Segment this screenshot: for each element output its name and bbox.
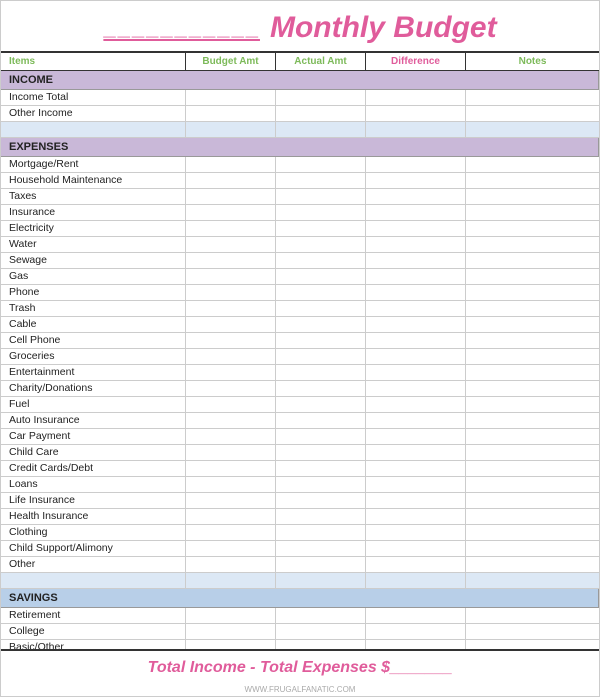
table-row: Child Support/Alimony <box>1 541 599 557</box>
table-row: Credit Cards/Debt <box>1 461 599 477</box>
row-label: Electricity <box>1 221 186 236</box>
row-label: Groceries <box>1 349 186 364</box>
table-row: Charity/Donations <box>1 381 599 397</box>
row-label: Loans <box>1 477 186 492</box>
table-row: Basic/Other <box>1 640 599 649</box>
actual-cell[interactable] <box>276 106 366 121</box>
spacer-row <box>1 122 599 138</box>
budget-cell[interactable] <box>186 90 276 105</box>
col-notes: Notes <box>466 53 599 70</box>
col-items: Items <box>1 53 186 70</box>
notes-cell[interactable] <box>466 90 599 105</box>
spacer-row <box>1 573 599 589</box>
row-label: Cell Phone <box>1 333 186 348</box>
row-label: Entertainment <box>1 365 186 380</box>
table-row: Mortgage/Rent <box>1 157 599 173</box>
row-label: Sewage <box>1 253 186 268</box>
income-section-header: INCOME <box>1 71 599 90</box>
row-label: Mortgage/Rent <box>1 157 186 172</box>
notes-cell[interactable] <box>466 106 599 121</box>
diff-cell[interactable] <box>366 90 466 105</box>
column-headers: Items Budget Amt Actual Amt Difference N… <box>1 53 599 71</box>
row-label: Child Care <box>1 445 186 460</box>
row-label: Gas <box>1 269 186 284</box>
budget-table: INCOME Income Total Other Income <box>1 71 599 649</box>
row-label: Charity/Donations <box>1 381 186 396</box>
col-budget: Budget Amt <box>186 53 276 70</box>
table-row: Loans <box>1 477 599 493</box>
row-label: Taxes <box>1 189 186 204</box>
table-row: Other Income <box>1 106 599 122</box>
table-row: College <box>1 624 599 640</box>
budget-cell[interactable] <box>186 106 276 121</box>
budget-page: ___________ Monthly Budget Items Budget … <box>0 0 600 697</box>
table-row: Cable <box>1 317 599 333</box>
row-label: Household Maintenance <box>1 173 186 188</box>
table-row: Other <box>1 557 599 573</box>
table-row: Trash <box>1 301 599 317</box>
row-label: Other <box>1 557 186 572</box>
table-row: Gas <box>1 269 599 285</box>
row-label: Trash <box>1 301 186 316</box>
row-label: College <box>1 624 186 639</box>
table-row: Income Total <box>1 90 599 106</box>
income-label: INCOME <box>1 71 599 89</box>
row-label: Auto Insurance <box>1 413 186 428</box>
expenses-section-header: EXPENSES <box>1 138 599 157</box>
row-label: Health Insurance <box>1 509 186 524</box>
table-row: Sewage <box>1 253 599 269</box>
actual-cell[interactable] <box>276 90 366 105</box>
row-label: Phone <box>1 285 186 300</box>
footer: Total Income - Total Expenses $_______ <box>1 649 599 685</box>
col-difference: Difference <box>366 53 466 70</box>
savings-label: SAVINGS <box>1 589 599 607</box>
row-label: Basic/Other <box>1 640 186 649</box>
table-row: Household Maintenance <box>1 173 599 189</box>
table-row: Auto Insurance <box>1 413 599 429</box>
table-row: Taxes <box>1 189 599 205</box>
row-label: Water <box>1 237 186 252</box>
table-row: Water <box>1 237 599 253</box>
table-row: Retirement <box>1 608 599 624</box>
row-label: Credit Cards/Debt <box>1 461 186 476</box>
page-title: Monthly Budget <box>270 11 497 45</box>
row-label: Income Total <box>1 90 186 105</box>
table-row: Groceries <box>1 349 599 365</box>
table-row: Health Insurance <box>1 509 599 525</box>
row-label: Car Payment <box>1 429 186 444</box>
table-row: Car Payment <box>1 429 599 445</box>
total-formula: Total Income - Total Expenses $_______ <box>148 659 453 677</box>
header: ___________ Monthly Budget <box>1 1 599 53</box>
savings-section-header: SAVINGS <box>1 589 599 608</box>
table-row: Entertainment <box>1 365 599 381</box>
table-row: Phone <box>1 285 599 301</box>
table-row: Insurance <box>1 205 599 221</box>
table-row: Cell Phone <box>1 333 599 349</box>
expenses-label: EXPENSES <box>1 138 599 156</box>
row-label: Other Income <box>1 106 186 121</box>
table-row: Electricity <box>1 221 599 237</box>
table-row: Life Insurance <box>1 493 599 509</box>
header-line: ___________ <box>103 15 260 41</box>
watermark: WWW.FRUGALFANATIC.COM <box>1 685 599 696</box>
row-label: Life Insurance <box>1 493 186 508</box>
table-row: Clothing <box>1 525 599 541</box>
row-label: Cable <box>1 317 186 332</box>
row-label: Fuel <box>1 397 186 412</box>
col-actual: Actual Amt <box>276 53 366 70</box>
table-row: Child Care <box>1 445 599 461</box>
diff-cell[interactable] <box>366 106 466 121</box>
row-label: Retirement <box>1 608 186 623</box>
row-label: Clothing <box>1 525 186 540</box>
row-label: Insurance <box>1 205 186 220</box>
row-label: Child Support/Alimony <box>1 541 186 556</box>
table-row: Fuel <box>1 397 599 413</box>
